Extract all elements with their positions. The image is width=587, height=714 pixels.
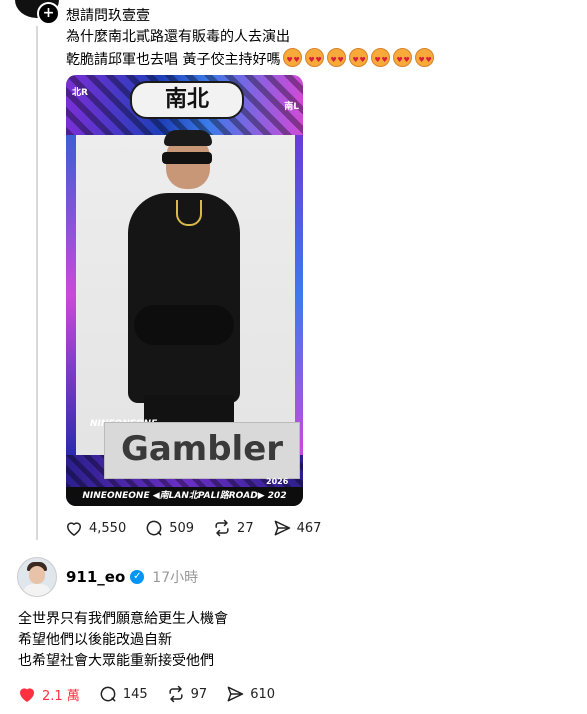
heart-eyes-emoji-row — [280, 48, 435, 71]
poster-name-text: Gambler — [120, 429, 284, 469]
repost-button[interactable]: 97 — [166, 684, 208, 704]
avatar[interactable] — [17, 557, 57, 597]
heart-eyes-emoji-icon — [305, 48, 325, 71]
follow-plus-icon[interactable]: + — [37, 2, 60, 25]
username-link[interactable]: 911_eo — [66, 568, 125, 586]
like-button[interactable]: 4,550 — [64, 518, 126, 538]
poster-logo: 南北 — [130, 81, 244, 119]
repost-count: 27 — [237, 520, 254, 536]
heart-eyes-emoji-icon — [393, 48, 413, 71]
heart-eyes-emoji-icon — [371, 48, 391, 71]
send-icon — [274, 520, 290, 536]
post-text: 想請問玖壹壹 為什麼南北貳路還有販毒的人去演出 乾脆請邱軍也去唱 黃子佼主持好嗎 — [66, 6, 526, 71]
poster-name-card: Gambler — [104, 422, 300, 479]
reply-line: 全世界只有我們願意給更生人機會 — [18, 611, 228, 627]
post-line: 想請問玖壹壹 — [66, 8, 150, 24]
share-button[interactable]: 467 — [272, 518, 322, 538]
comment-button[interactable]: 509 — [144, 518, 194, 538]
like-button[interactable]: 2.1 萬 — [17, 684, 80, 704]
share-button[interactable]: 610 — [225, 684, 275, 704]
reply-line: 希望他們以後能改過自新 — [18, 632, 172, 648]
comment-count: 509 — [169, 520, 195, 536]
heart-eyes-emoji-icon — [349, 48, 369, 71]
verified-badge-icon: ✓ — [130, 570, 145, 584]
thread-line — [36, 26, 38, 540]
poster-tag-right: 南L — [284, 102, 299, 112]
repost-icon — [169, 685, 183, 703]
heart-eyes-emoji-icon — [415, 48, 435, 71]
heart-eyes-emoji-icon — [283, 48, 303, 71]
poster-year: 2026 — [266, 477, 289, 486]
comment-button[interactable]: 145 — [98, 684, 148, 704]
repost-icon — [215, 519, 229, 537]
post-line: 乾脆請邱軍也去唱 黃子佼主持好嗎 — [66, 48, 526, 71]
timestamp[interactable]: 17小時 — [152, 567, 198, 587]
repost-button[interactable]: 27 — [212, 518, 254, 538]
post-line: 為什麼南北貳路還有販毒的人去演出 — [66, 29, 290, 45]
comment-icon — [146, 520, 162, 536]
like-count: 2.1 萬 — [42, 688, 80, 704]
comment-icon — [100, 686, 116, 702]
comment-count: 145 — [122, 686, 148, 702]
poster-bottom-strip: NINEONEONE ◀南LAN北PALI路ROAD▶ 202 — [66, 487, 303, 506]
post-action-bar: 4,550 509 27 467 — [64, 518, 339, 538]
reply-action-bar: 2.1 萬 145 97 610 — [17, 684, 293, 704]
share-count: 467 — [296, 520, 322, 536]
reply-line: 也希望社會大眾能重新接受他們 — [18, 653, 214, 669]
reply-text: 全世界只有我們願意給更生人機會 希望他們以後能改過自新 也希望社會大眾能重新接受… — [18, 609, 228, 672]
post-image[interactable]: 北R 南L 南北 NINEONEONE Gambler 2026 NINEONE… — [66, 75, 303, 506]
reply-header: 911_eo ✓ 17小時 — [66, 567, 198, 587]
like-count: 4,550 — [89, 520, 127, 536]
send-icon — [227, 686, 244, 702]
heart-filled-icon — [20, 688, 34, 702]
repost-count: 97 — [190, 686, 208, 702]
share-count: 610 — [250, 686, 276, 702]
heart-eyes-emoji-icon — [327, 48, 347, 71]
poster-tag-left: 北R — [72, 88, 88, 98]
post-line-text: 乾脆請邱軍也去唱 黃子佼主持好嗎 — [66, 52, 281, 68]
heart-icon — [67, 522, 81, 536]
